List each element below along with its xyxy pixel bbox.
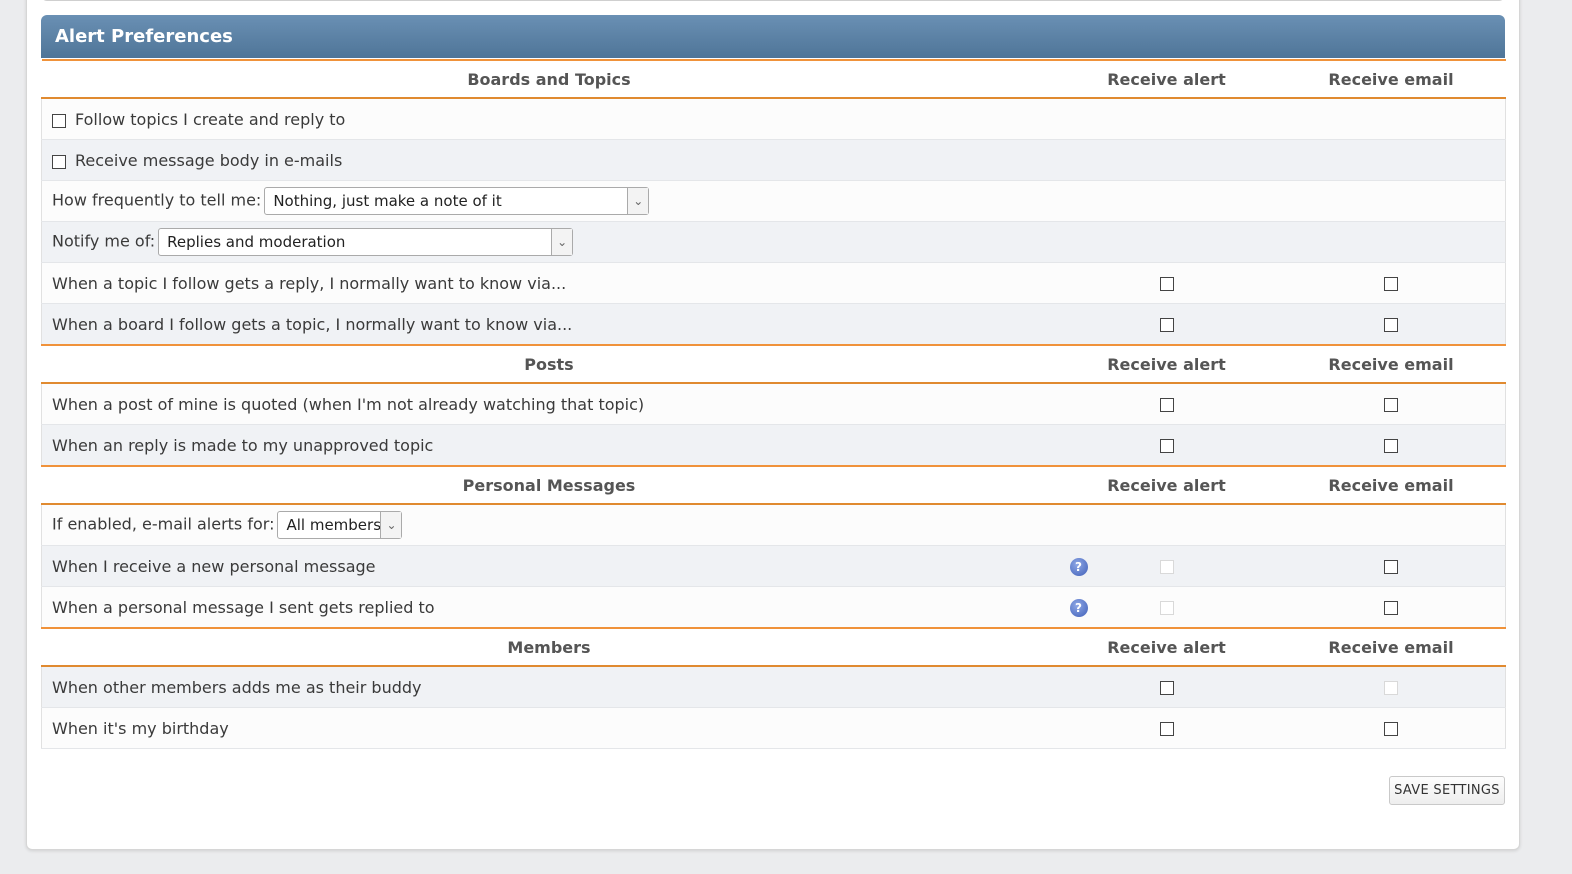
pref-row-pm-replied: When a personal message I sent gets repl… bbox=[41, 586, 1506, 629]
unapproved-reply-email-checkbox[interactable] bbox=[1383, 439, 1398, 453]
save-settings-button[interactable]: SAVE SETTINGS bbox=[1389, 776, 1505, 805]
section-header-alert-preferences: Alert Preferences bbox=[41, 15, 1505, 58]
pm-replied-alert-checkbox bbox=[1159, 601, 1174, 615]
pm-replied-label: When a personal message I sent gets repl… bbox=[52, 597, 435, 617]
column-header-receive-alert: Receive alert bbox=[1056, 59, 1277, 99]
pref-row-email-alerts-for: If enabled, e-mail alerts for: All member… bbox=[41, 504, 1506, 546]
topic-reply-label: When a topic I follow gets a reply, I no… bbox=[41, 262, 1057, 304]
header-boards-topics: Boards and Topics Receive alert Receive … bbox=[41, 59, 1506, 99]
pref-row-frequency: How frequently to tell me: Nothing, just … bbox=[41, 180, 1506, 222]
header-members: Members Receive alert Receive email bbox=[41, 627, 1506, 667]
column-header-posts: Posts bbox=[41, 344, 1057, 384]
topic-reply-email-checkbox[interactable] bbox=[1383, 277, 1398, 291]
board-topic-email-checkbox[interactable] bbox=[1383, 318, 1398, 332]
column-header-receive-alert: Receive alert bbox=[1056, 344, 1277, 384]
unapproved-reply-label: When an reply is made to my unapproved t… bbox=[41, 424, 1057, 467]
buddy-label: When other members adds me as their budd… bbox=[41, 666, 1057, 708]
pref-row-follow-topics: Follow topics I create and reply to bbox=[41, 98, 1506, 140]
receive-body-checkbox[interactable] bbox=[52, 155, 66, 169]
birthday-email-checkbox[interactable] bbox=[1383, 722, 1398, 736]
buddy-email-checkbox bbox=[1383, 681, 1398, 695]
frequency-label: How frequently to tell me: bbox=[52, 190, 262, 210]
follow-topics-label: Follow topics I create and reply to bbox=[75, 109, 346, 129]
notify-selected-value: Replies and moderation bbox=[167, 233, 346, 251]
board-topic-label: When a board I follow gets a topic, I no… bbox=[41, 303, 1057, 346]
unapproved-reply-alert-checkbox[interactable] bbox=[1159, 439, 1174, 453]
new-pm-label: When I receive a new personal message bbox=[52, 556, 376, 576]
receive-body-label: Receive message body in e-mails bbox=[75, 150, 343, 170]
board-topic-alert-checkbox[interactable] bbox=[1159, 318, 1174, 332]
column-header-receive-email: Receive email bbox=[1276, 59, 1506, 99]
quoted-label: When a post of mine is quoted (when I'm … bbox=[41, 383, 1057, 425]
pref-row-birthday: When it's my birthday bbox=[41, 707, 1506, 749]
pm-replied-email-checkbox[interactable] bbox=[1383, 601, 1398, 615]
column-header-receive-email: Receive email bbox=[1276, 465, 1506, 505]
buddy-alert-checkbox[interactable] bbox=[1159, 681, 1174, 695]
column-header-personal-messages: Personal Messages bbox=[41, 465, 1057, 505]
pref-row-notify: Notify me of: Replies and moderation ⌄ bbox=[41, 221, 1506, 263]
pref-row-receive-body: Receive message body in e-mails bbox=[41, 139, 1506, 181]
topic-reply-alert-checkbox[interactable] bbox=[1159, 277, 1174, 291]
chevron-down-icon: ⌄ bbox=[627, 188, 649, 214]
email-alerts-label: If enabled, e-mail alerts for: bbox=[52, 514, 275, 534]
frequency-selected-value: Nothing, just make a note of it bbox=[273, 192, 502, 210]
quoted-email-checkbox[interactable] bbox=[1383, 398, 1398, 412]
new-pm-email-checkbox[interactable] bbox=[1383, 560, 1398, 574]
column-header-receive-alert: Receive alert bbox=[1056, 627, 1277, 667]
pref-row-quoted: When a post of mine is quoted (when I'm … bbox=[41, 383, 1506, 425]
pref-row-unapproved-reply: When an reply is made to my unapproved t… bbox=[41, 424, 1506, 467]
pref-row-new-pm: When I receive a new personal message? bbox=[41, 545, 1506, 587]
pref-row-board-topic: When a board I follow gets a topic, I no… bbox=[41, 303, 1506, 346]
email-alerts-selected-value: All members bbox=[286, 516, 382, 534]
column-header-receive-email: Receive email bbox=[1276, 627, 1506, 667]
pref-row-topic-reply: When a topic I follow gets a reply, I no… bbox=[41, 262, 1506, 304]
birthday-alert-checkbox[interactable] bbox=[1159, 722, 1174, 736]
quoted-alert-checkbox[interactable] bbox=[1159, 398, 1174, 412]
column-header-members: Members bbox=[41, 627, 1057, 667]
follow-topics-checkbox[interactable] bbox=[52, 114, 66, 128]
header-personal-messages: Personal Messages Receive alert Receive … bbox=[41, 465, 1506, 505]
birthday-label: When it's my birthday bbox=[41, 707, 1057, 749]
frequency-select[interactable]: Nothing, just make a note of it ⌄ bbox=[264, 187, 650, 215]
column-header-receive-email: Receive email bbox=[1276, 344, 1506, 384]
previous-section-edge bbox=[41, 0, 1505, 1]
alert-preferences-table: Boards and Topics Receive alert Receive … bbox=[41, 59, 1506, 749]
new-pm-alert-checkbox bbox=[1159, 560, 1174, 574]
help-icon[interactable]: ? bbox=[1069, 598, 1088, 617]
pref-row-buddy: When other members adds me as their budd… bbox=[41, 666, 1506, 708]
column-header-boards-topics: Boards and Topics bbox=[41, 59, 1057, 99]
email-alerts-select[interactable]: All members ⌄ bbox=[277, 511, 403, 539]
chevron-down-icon: ⌄ bbox=[551, 229, 573, 255]
notify-select[interactable]: Replies and moderation ⌄ bbox=[158, 228, 574, 256]
header-posts: Posts Receive alert Receive email bbox=[41, 344, 1506, 384]
notify-label: Notify me of: bbox=[52, 231, 156, 251]
help-icon[interactable]: ? bbox=[1069, 557, 1088, 576]
column-header-receive-alert: Receive alert bbox=[1056, 465, 1277, 505]
chevron-down-icon: ⌄ bbox=[380, 512, 402, 538]
